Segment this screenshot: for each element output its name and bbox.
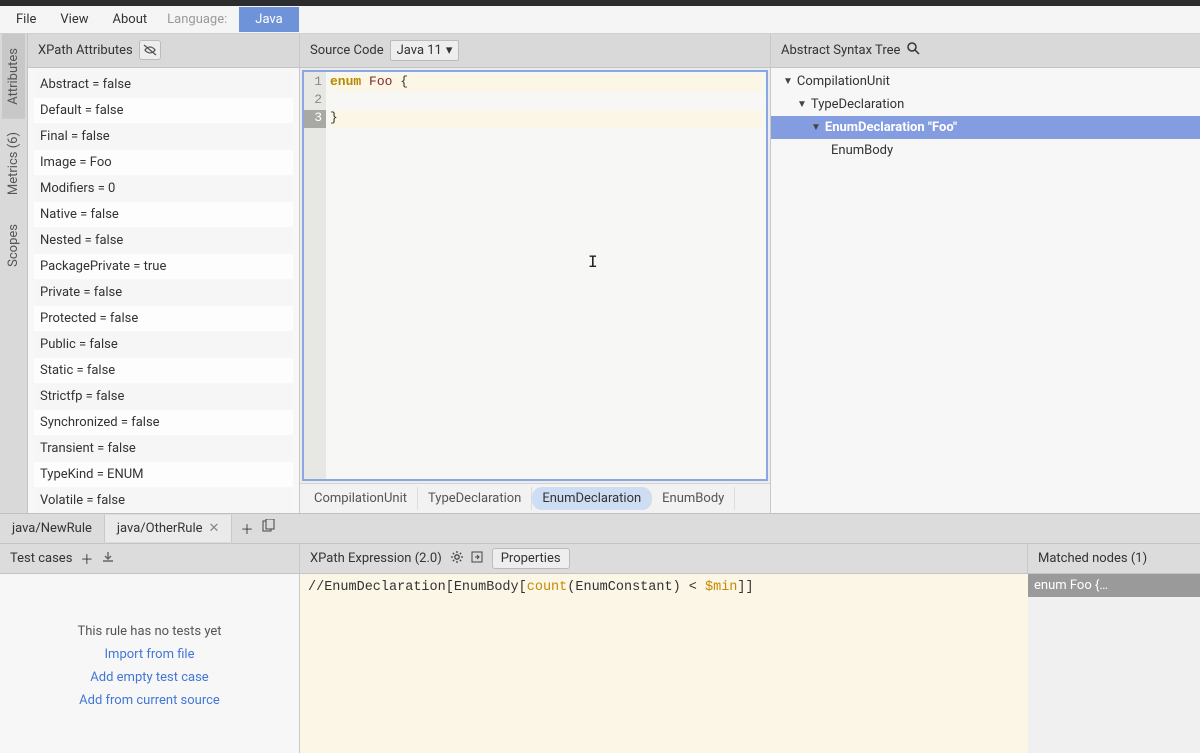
ast-title: Abstract Syntax Tree <box>781 43 900 58</box>
test-cases-label: Test cases <box>10 551 72 566</box>
matched-nodes-label: Matched nodes (1) <box>1038 551 1147 566</box>
menu-view[interactable]: View <box>48 7 100 32</box>
gear-icon[interactable] <box>450 550 464 568</box>
add-test-icon[interactable]: ＋ <box>80 549 93 568</box>
tree-node[interactable]: ▼EnumDeclaration "Foo" <box>771 116 1200 139</box>
bottom-area: java/NewRule java/OtherRule✕ ＋ Test case… <box>0 513 1200 753</box>
menu-about[interactable]: About <box>101 7 160 32</box>
attribute-row[interactable]: Public = false <box>34 332 293 357</box>
caret-icon: ▼ <box>811 122 821 133</box>
chevron-down-icon: ▾ <box>446 43 453 58</box>
line-number: 1 <box>304 74 322 92</box>
rule-tab[interactable]: java/OtherRule✕ <box>105 515 233 542</box>
code-editor[interactable]: 1 2 3 enum Foo { } 𝙸 <box>302 70 768 482</box>
vtab-metrics[interactable]: Metrics (6) <box>2 118 25 209</box>
code-line: enum Foo { <box>330 74 762 92</box>
attribute-row[interactable]: Nested = false <box>34 228 293 253</box>
text-cursor-icon: 𝙸 <box>588 252 598 272</box>
attribute-row[interactable]: Final = false <box>34 124 293 149</box>
tree-node[interactable]: ▼CompilationUnit <box>771 70 1200 93</box>
breadcrumb-item[interactable]: EnumDeclaration <box>532 487 652 510</box>
source-header: Source Code Java 11 ▾ <box>300 34 770 68</box>
attribute-row[interactable]: Transient = false <box>34 436 293 461</box>
attribute-row[interactable]: Synchronized = false <box>34 410 293 435</box>
attribute-list: Abstract = false Default = false Final =… <box>28 68 299 514</box>
menu-file[interactable]: File <box>4 7 48 32</box>
attributes-panel: XPath Attributes Abstract = false Defaul… <box>28 34 300 514</box>
export-xpath-icon[interactable] <box>470 550 484 568</box>
add-rule-icon[interactable]: ＋ <box>240 519 253 538</box>
java-version-value: Java 11 <box>397 43 442 58</box>
xpath-editor[interactable]: //EnumDeclaration[EnumBody[count(EnumCon… <box>300 574 1028 753</box>
breadcrumb-item[interactable]: EnumBody <box>652 487 735 510</box>
add-from-source-link[interactable]: Add from current source <box>79 693 220 708</box>
properties-button[interactable]: Properties <box>492 548 570 569</box>
search-icon[interactable] <box>906 41 920 59</box>
code-line: } <box>330 110 762 128</box>
import-from-file-link[interactable]: Import from file <box>105 647 195 662</box>
menu-bar: File View About Language: Java <box>0 6 1200 34</box>
code-area[interactable]: enum Foo { } 𝙸 <box>326 72 766 480</box>
tree-node[interactable]: ▼TypeDeclaration <box>771 93 1200 116</box>
source-title: Source Code <box>310 43 384 58</box>
attribute-row[interactable]: Strictfp = false <box>34 384 293 409</box>
rule-tab[interactable]: java/NewRule <box>0 515 105 542</box>
attributes-panel-header: XPath Attributes <box>28 34 299 68</box>
attribute-row[interactable]: Native = false <box>34 202 293 227</box>
test-cases-pane: This rule has no tests yet Import from f… <box>0 574 300 753</box>
visibility-toggle-icon[interactable] <box>139 40 161 60</box>
line-number: 2 <box>304 92 322 110</box>
vtab-scopes[interactable]: Scopes <box>2 210 25 281</box>
export-test-icon[interactable] <box>101 550 115 568</box>
attribute-row[interactable]: Abstract = false <box>34 72 293 97</box>
ast-panel: Abstract Syntax Tree ▼CompilationUnit ▼T… <box>770 34 1200 514</box>
tab-language-java[interactable]: Java <box>239 7 298 32</box>
bottom-panes: This rule has no tests yet Import from f… <box>0 574 1200 753</box>
no-tests-message: This rule has no tests yet <box>77 624 221 639</box>
copy-icon[interactable] <box>261 519 275 538</box>
java-version-selector[interactable]: Java 11 ▾ <box>390 40 460 61</box>
attribute-row[interactable]: Default = false <box>34 98 293 123</box>
attribute-row[interactable]: Volatile = false <box>34 488 293 513</box>
caret-icon: ▼ <box>797 99 807 110</box>
xpath-title: XPath Expression (2.0) <box>310 551 442 566</box>
matched-nodes-pane: enum Foo {… <box>1028 574 1200 753</box>
close-icon[interactable]: ✕ <box>209 521 220 536</box>
attribute-row[interactable]: Static = false <box>34 358 293 383</box>
attribute-row[interactable]: Protected = false <box>34 306 293 331</box>
bottom-subheaders: Test cases ＋ XPath Expression (2.0) Prop… <box>0 544 1200 574</box>
attributes-title: XPath Attributes <box>38 43 133 58</box>
attribute-row[interactable]: PackagePrivate = true <box>34 254 293 279</box>
ast-tree: ▼CompilationUnit ▼TypeDeclaration ▼EnumD… <box>771 68 1200 514</box>
attribute-row[interactable]: TypeKind = ENUM <box>34 462 293 487</box>
add-empty-test-link[interactable]: Add empty test case <box>90 670 208 685</box>
sidebar-vertical-tabs: Attributes Metrics (6) Scopes <box>0 34 28 514</box>
breadcrumb-item[interactable]: TypeDeclaration <box>418 487 532 510</box>
line-gutter: 1 2 3 <box>304 72 326 480</box>
line-number: 3 <box>304 110 326 128</box>
tree-node[interactable]: EnumBody <box>771 139 1200 162</box>
source-panel: Source Code Java 11 ▾ 1 2 3 enum Foo { }… <box>300 34 770 514</box>
node-breadcrumb: CompilationUnit TypeDeclaration EnumDecl… <box>300 483 770 513</box>
rule-tabs: java/NewRule java/OtherRule✕ ＋ <box>0 514 1200 544</box>
attribute-row[interactable]: Modifiers = 0 <box>34 176 293 201</box>
attribute-row[interactable]: Private = false <box>34 280 293 305</box>
attribute-row[interactable]: Image = Foo <box>34 150 293 175</box>
menu-language-label: Language: <box>159 7 235 32</box>
caret-icon: ▼ <box>783 76 793 87</box>
vtab-attributes[interactable]: Attributes <box>2 34 25 119</box>
breadcrumb-item[interactable]: CompilationUnit <box>304 487 418 510</box>
matched-node-row[interactable]: enum Foo {… <box>1028 574 1200 597</box>
code-line <box>330 92 762 110</box>
ast-panel-header: Abstract Syntax Tree <box>771 34 1200 68</box>
